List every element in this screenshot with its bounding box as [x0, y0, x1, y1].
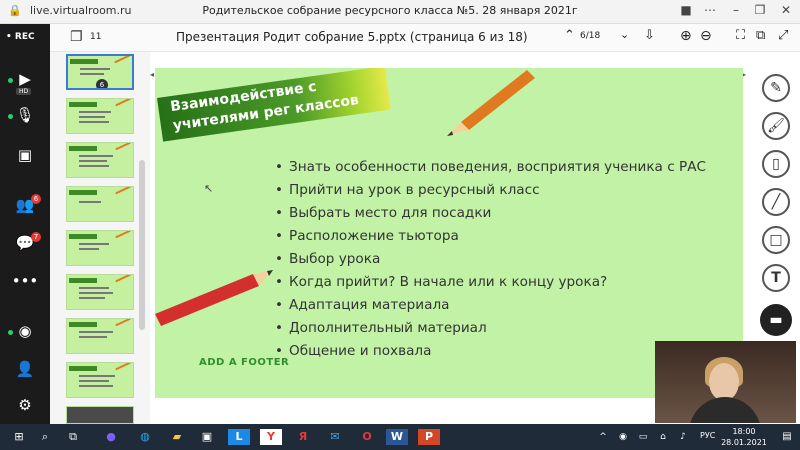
chevron-up-icon[interactable]: ⌃	[564, 28, 575, 43]
pen-icon[interactable]: ✎	[762, 74, 790, 102]
slide-thumbnail[interactable]	[66, 362, 134, 398]
slide-thumbnail[interactable]	[66, 318, 134, 354]
line-icon[interactable]: ╱	[762, 188, 790, 216]
slide-thumbnail[interactable]	[66, 406, 134, 424]
participants-badge: 6	[31, 194, 41, 204]
slide-thumbnail[interactable]	[66, 274, 134, 310]
slide-thumbnail[interactable]	[66, 186, 134, 222]
bullet-list: Знать особенности поведения, восприятия …	[275, 156, 706, 363]
slide-thumbnail[interactable]	[66, 230, 134, 266]
slides-icon[interactable]: ❐	[70, 29, 83, 45]
crop-icon[interactable]: ⧉	[756, 28, 765, 43]
slide-title: Взаимодействие с учителями рег классов	[169, 78, 360, 134]
fullscreen-icon[interactable]: ⤢	[778, 28, 788, 43]
yandex-browser-icon[interactable]: Y	[260, 429, 282, 445]
rec-button[interactable]: • REC	[6, 32, 46, 48]
marker-icon[interactable]: ▯	[762, 150, 790, 178]
thumbnail-number: 6	[96, 79, 108, 88]
url-text[interactable]: live.virtualroom.ru	[30, 4, 132, 17]
bullet-item: Выбор урока	[275, 248, 706, 271]
settings-icon[interactable]: ⚙	[10, 396, 40, 416]
clock-date: 28.01.2021	[721, 438, 767, 447]
invite-user-icon[interactable]: 👤	[10, 360, 40, 380]
slide-footer: ADD A FOOTER	[199, 357, 290, 368]
rectangle-icon[interactable]: □	[762, 226, 790, 254]
slide-title-banner: Взаимодействие с учителями рег классов	[157, 68, 391, 142]
tray-app-icon[interactable]: ◉	[612, 429, 634, 445]
left-sidebar: • REC ▶ HD 🎙 ▣ 👥 6 💬 7 ••• ◉ 👤 ⚙	[0, 24, 50, 424]
close-icon[interactable]: ✕	[776, 3, 796, 17]
text-icon[interactable]: T	[762, 264, 790, 292]
bullet-item: Прийти на урок в ресурсный класс	[275, 179, 706, 202]
bullet-item: Расположение тьютора	[275, 225, 706, 248]
opera-icon[interactable]: O	[356, 429, 378, 445]
alice-icon[interactable]: ●	[100, 429, 122, 445]
prev-slide-icon[interactable]: ◂	[150, 70, 154, 79]
taskbar-clock[interactable]: 18:00 28.01.2021	[716, 426, 772, 448]
browser-titlebar: 🔒 live.virtualroom.ru Родительское собра…	[0, 0, 800, 24]
camera-icon[interactable]: ▶	[10, 70, 40, 90]
clock-time: 18:00	[732, 427, 756, 436]
orange-pencil-icon	[447, 70, 535, 136]
edge-icon[interactable]: ◍	[134, 429, 156, 445]
word-icon[interactable]: W	[386, 429, 408, 445]
chat-bubble-icon[interactable]: ▬	[760, 304, 792, 336]
slides-count: 11	[90, 32, 102, 42]
notifications-icon[interactable]: ▤	[776, 429, 798, 445]
windows-taskbar: ⊞ ⌕ ⧉ ● ◍ ▰ ▣ L Y Я ✉ O W P ^ ◉ ▭ ⌂ ♪ РУ…	[0, 424, 800, 450]
camera-indicator-icon: ■	[680, 3, 692, 17]
hd-badge: HD	[16, 88, 32, 95]
more-icon[interactable]: ⋯	[700, 3, 720, 17]
bullet-item: Дополнительный материал	[275, 317, 706, 340]
restore-icon[interactable]: ❐	[750, 3, 770, 17]
mouse-cursor-icon: ↖	[204, 182, 214, 195]
red-pencil-icon	[155, 270, 273, 326]
powerpoint-icon[interactable]: P	[418, 429, 440, 445]
mail-icon[interactable]: ✉	[324, 429, 346, 445]
task-view-icon[interactable]: ⧉	[62, 429, 84, 445]
search-icon[interactable]: ⌕	[34, 429, 56, 445]
tray-chevron-icon[interactable]: ^	[592, 429, 614, 445]
thumbnail-scrollbar[interactable]	[139, 160, 145, 330]
page-indicator: 6/18	[580, 31, 601, 41]
slide-thumbnail[interactable]	[66, 142, 134, 178]
folder-icon[interactable]: ▰	[166, 429, 188, 445]
presentation-title: Презентация Родит собрание 5.pptx (стран…	[176, 30, 528, 44]
thumbnail-strip: 6	[50, 52, 150, 424]
webcam-video[interactable]	[655, 341, 796, 423]
fit-icon[interactable]: ⛶	[736, 28, 745, 43]
bullet-item: Когда прийти? В начале или к концу урока…	[275, 271, 706, 294]
chat-badge: 7	[31, 232, 41, 242]
presentation-toolbar: ❐ 11 Презентация Родит собрание 5.pptx (…	[50, 24, 800, 52]
bullet-item: Выбрать место для посадки	[275, 202, 706, 225]
record-icon[interactable]: ◉	[10, 322, 40, 342]
microphone-icon[interactable]: 🎙	[10, 106, 40, 126]
minimize-icon[interactable]: –	[726, 3, 746, 17]
store-icon[interactable]: ▣	[196, 429, 218, 445]
zoom-out-icon[interactable]: ⊖	[700, 28, 712, 44]
zoom-in-icon[interactable]: ⊕	[680, 28, 692, 44]
brush-icon[interactable]: 🖌	[762, 112, 790, 140]
bullet-item: Знать особенности поведения, восприятия …	[275, 156, 706, 179]
download-icon[interactable]: ⇩	[644, 28, 655, 43]
lock-icon[interactable]: 🔒	[8, 4, 22, 17]
l-app-icon[interactable]: L	[228, 429, 250, 445]
more-options-icon[interactable]: •••	[10, 272, 40, 292]
battery-icon[interactable]: ▭	[632, 429, 654, 445]
slide-thumbnail[interactable]: 6	[66, 54, 134, 90]
bullet-item: Общение и похвала	[275, 340, 706, 363]
screen-share-icon[interactable]: ▣	[10, 146, 40, 166]
slide-thumbnail[interactable]	[66, 98, 134, 134]
volume-icon[interactable]: ♪	[672, 429, 694, 445]
yandex-icon[interactable]: Я	[292, 429, 314, 445]
network-icon[interactable]: ⌂	[652, 429, 674, 445]
window-title: Родительское собрание ресурсного класса …	[202, 4, 578, 17]
windows-start-icon[interactable]: ⊞	[8, 429, 30, 445]
input-language[interactable]: РУС	[700, 431, 715, 440]
chevron-down-icon[interactable]: ⌄	[620, 28, 629, 41]
bullet-item: Адаптация материала	[275, 294, 706, 317]
